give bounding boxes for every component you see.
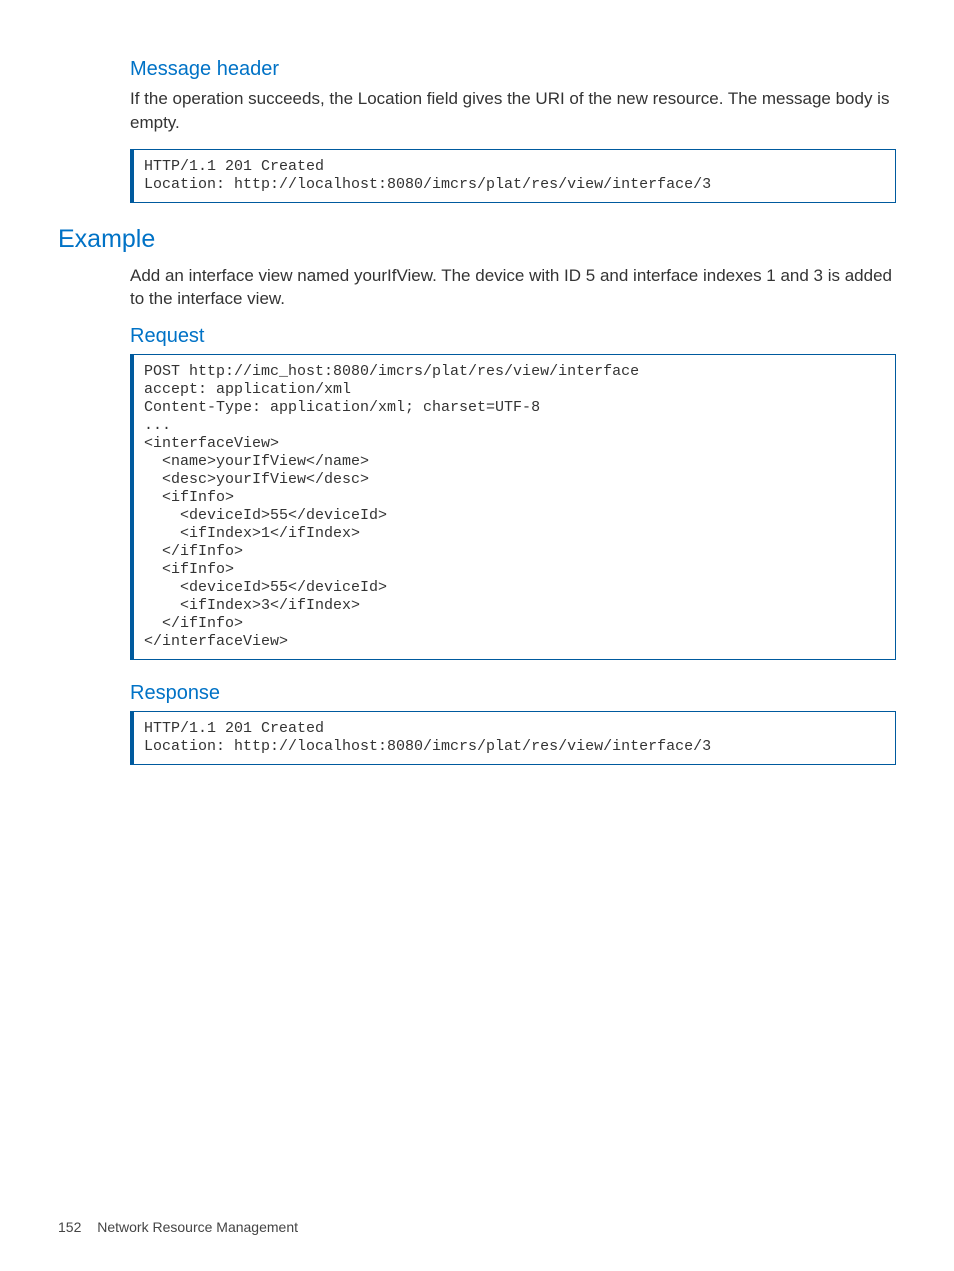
- page-number: 152: [58, 1219, 81, 1235]
- request-heading: Request: [130, 325, 896, 348]
- footer-title: Network Resource Management: [97, 1219, 298, 1235]
- example-body: Add an interface view named yourIfView. …: [130, 264, 896, 312]
- page-footer: 152 Network Resource Management: [58, 1219, 298, 1235]
- message-header-code: HTTP/1.1 201 Created Location: http://lo…: [130, 149, 896, 203]
- response-code: HTTP/1.1 201 Created Location: http://lo…: [130, 711, 896, 765]
- response-heading: Response: [130, 682, 896, 705]
- request-code: POST http://imc_host:8080/imcrs/plat/res…: [130, 354, 896, 660]
- example-heading: Example: [58, 225, 896, 254]
- message-header-body: If the operation succeeds, the Location …: [130, 87, 896, 135]
- message-header-heading: Message header: [130, 58, 896, 81]
